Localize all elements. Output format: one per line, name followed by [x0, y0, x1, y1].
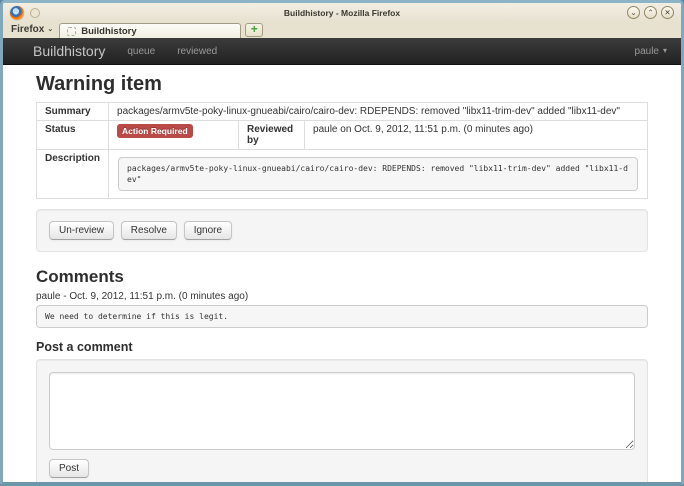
- status-row: Status Action Required Reviewed by paule…: [37, 121, 648, 150]
- ignore-button[interactable]: Ignore: [184, 221, 232, 240]
- tab-title: Buildhistory: [81, 26, 136, 37]
- firefox-menu-label: Firefox: [11, 24, 44, 35]
- firefox-logo-icon: [10, 6, 24, 20]
- browser-tab[interactable]: Buildhistory: [59, 23, 241, 38]
- summary-label: Summary: [37, 103, 109, 121]
- firefox-menu-button[interactable]: Firefox ⌄: [11, 22, 59, 38]
- nav-link-queue[interactable]: queue: [127, 46, 155, 57]
- summary-value: packages/armv5te-poky-linux-gnueabi/cair…: [109, 103, 648, 121]
- post-comment-heading: Post a comment: [36, 340, 648, 354]
- firefox-window: Buildhistory - Mozilla Firefox ⌄ ⌃ ✕ Fir…: [0, 0, 684, 486]
- description-cell: packages/armv5te-poky-linux-gnueabi/cair…: [109, 150, 648, 199]
- description-label: Description: [37, 150, 109, 199]
- new-tab-button[interactable]: +: [245, 23, 263, 37]
- user-menu[interactable]: paule ▾: [635, 46, 667, 57]
- actions-well: Un-review Resolve Ignore: [36, 209, 648, 252]
- resolve-button[interactable]: Resolve: [121, 221, 177, 240]
- chevron-down-icon: ⌄: [47, 26, 53, 33]
- comment-byline: paule - Oct. 9, 2012, 11:51 p.m. (0 minu…: [36, 291, 648, 302]
- status-label: Status: [37, 121, 109, 150]
- page-viewport: Buildhistory queue reviewed paule ▾ Warn…: [3, 38, 681, 482]
- page-title: Warning item: [36, 73, 648, 96]
- comment-text: We need to determine if this is legit.: [36, 305, 648, 328]
- comments-heading: Comments: [36, 267, 648, 287]
- post-button[interactable]: Post: [49, 459, 89, 478]
- titlebar: Buildhistory - Mozilla Firefox ⌄ ⌃ ✕: [3, 3, 681, 22]
- content-container: Warning item Summary packages/armv5te-po…: [36, 73, 648, 482]
- comment-item: paule - Oct. 9, 2012, 11:51 p.m. (0 minu…: [36, 291, 648, 328]
- close-button[interactable]: ✕: [661, 6, 674, 19]
- comment-textarea[interactable]: [49, 372, 635, 450]
- caret-down-icon: ▾: [663, 47, 667, 55]
- details-table: Summary packages/armv5te-poky-linux-gnue…: [36, 102, 648, 199]
- post-comment-well: Post: [36, 359, 648, 482]
- description-code-block: packages/armv5te-poky-linux-gnueabi/cair…: [118, 157, 638, 191]
- favicon-placeholder-icon: [67, 27, 76, 36]
- maximize-button[interactable]: ⌃: [644, 6, 657, 19]
- status-cell: Action Required: [109, 121, 239, 150]
- status-badge: Action Required: [117, 124, 193, 138]
- description-row: Description packages/armv5te-poky-linux-…: [37, 150, 648, 199]
- navbar-brand[interactable]: Buildhistory: [33, 43, 105, 59]
- unreview-button[interactable]: Un-review: [49, 221, 114, 240]
- reviewed-by-label: Reviewed by: [239, 121, 305, 150]
- minimize-button[interactable]: ⌄: [627, 6, 640, 19]
- window-title: Buildhistory - Mozilla Firefox: [3, 8, 681, 18]
- nav-link-reviewed[interactable]: reviewed: [177, 46, 217, 57]
- window-controls: ⌄ ⌃ ✕: [627, 6, 674, 19]
- tab-bar: Firefox ⌄ Buildhistory +: [3, 22, 681, 38]
- titlebar-dot-icon: [30, 8, 40, 18]
- user-menu-label: paule: [635, 46, 659, 57]
- navbar: Buildhistory queue reviewed paule ▾: [3, 38, 681, 65]
- reviewed-by-value: paule on Oct. 9, 2012, 11:51 p.m. (0 min…: [305, 121, 648, 150]
- summary-row: Summary packages/armv5te-poky-linux-gnue…: [37, 103, 648, 121]
